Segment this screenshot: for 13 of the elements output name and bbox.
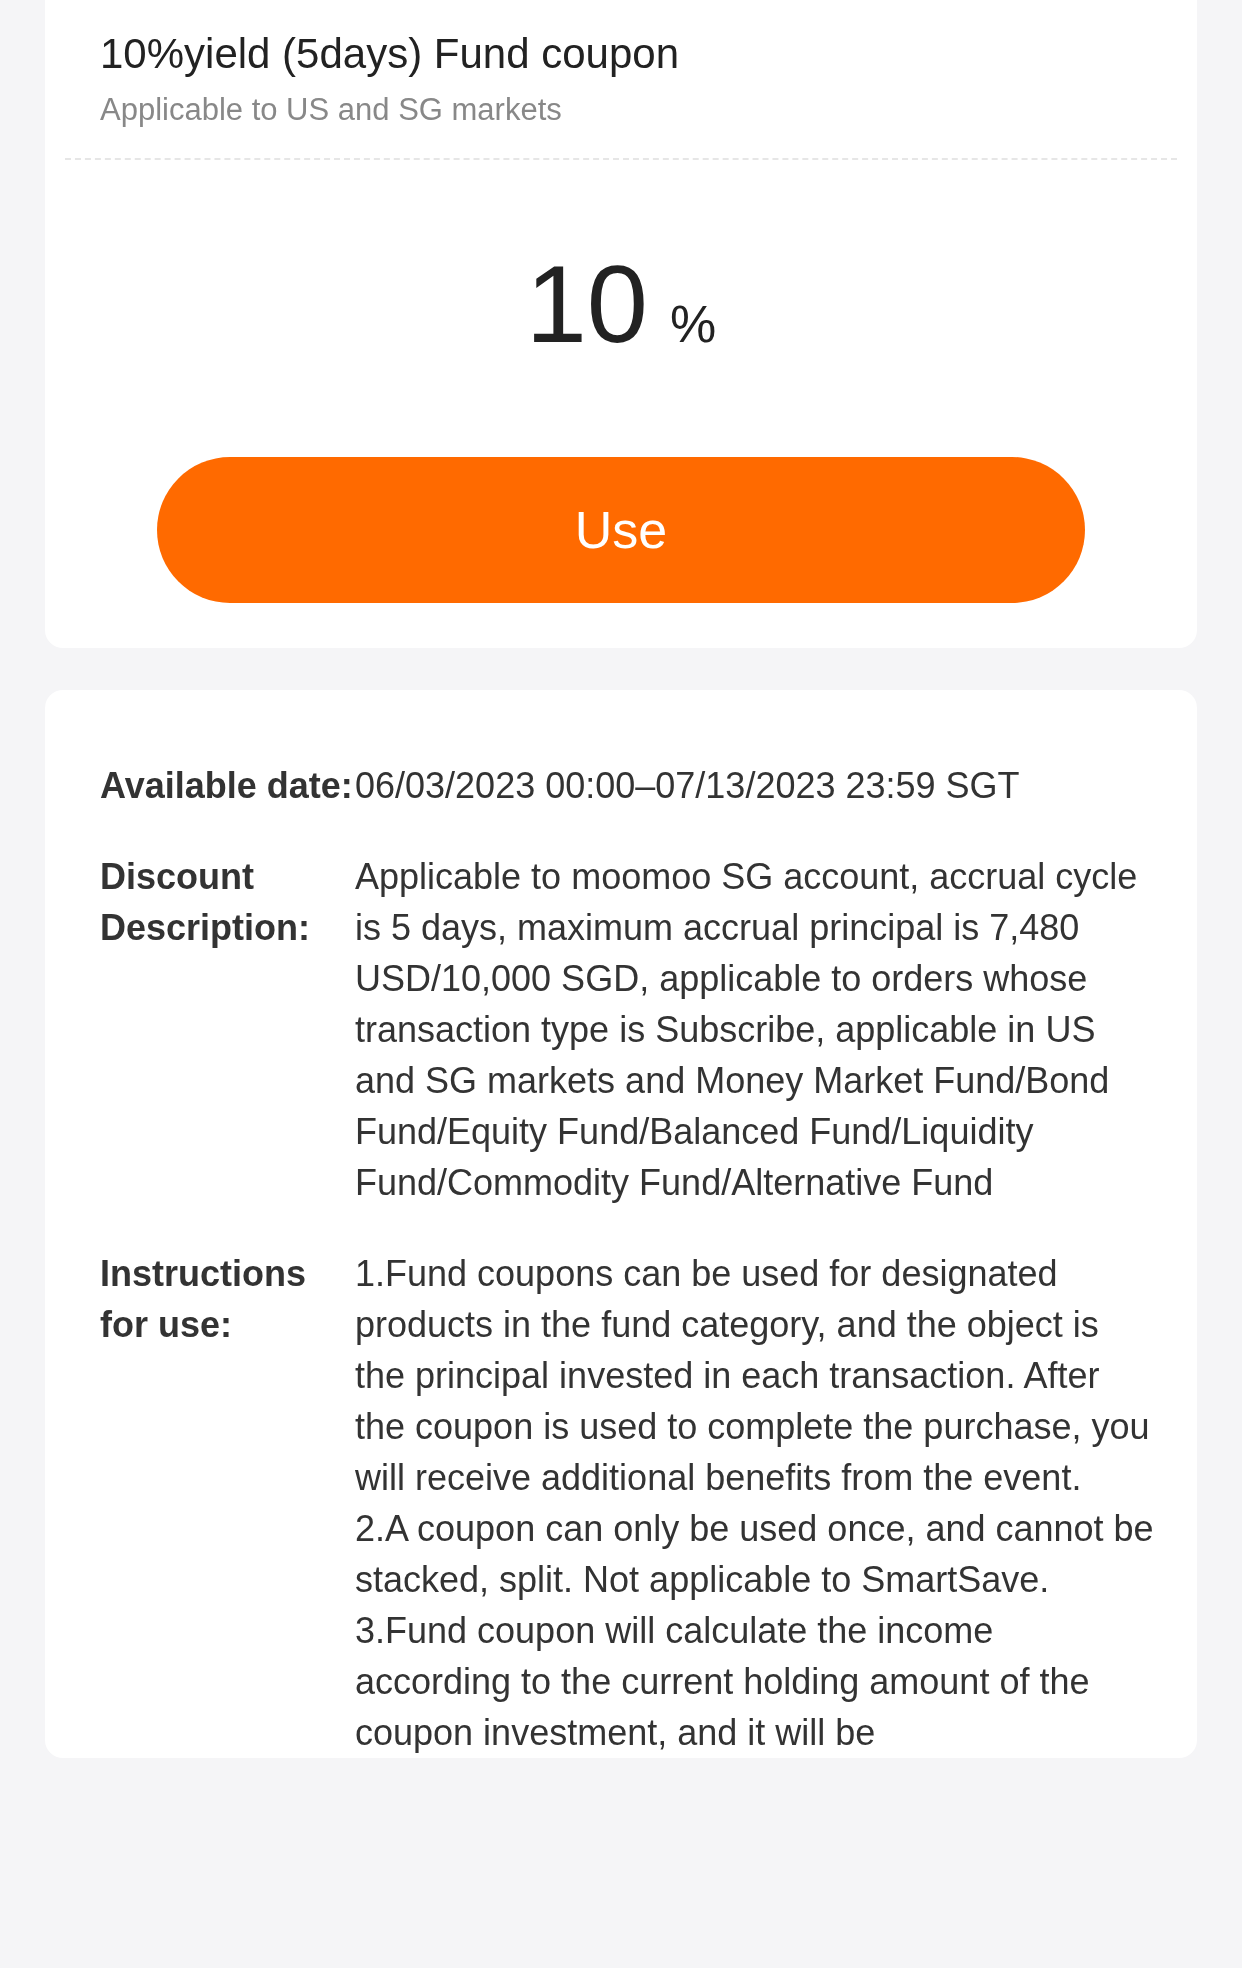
coupon-unit: % [670, 294, 717, 354]
coupon-subtitle: Applicable to US and SG markets [100, 92, 563, 128]
coupon-value: 10 [525, 241, 649, 367]
coupon-title: 10%yield (5days) Fund coupon [100, 30, 681, 78]
detail-label: Available date: [100, 764, 354, 808]
use-button[interactable]: Use [157, 457, 1085, 603]
detail-label: Instructions for use: [100, 1252, 307, 1347]
detail-text: 1.Fund coupons can be used for designated products in the fund category, and the object is the principal invested in each transaction. After the coupon is used to complete the purchase, you will receive additional benefits from the event. [355, 1252, 1151, 1500]
detail-text: 2.A coupon can only be used once, and cannot be stacked, split. Not applicable to SmartSave. [355, 1507, 1155, 1602]
detail-text: Applicable to moomoo SG account, accrual cycle is 5 days, maximum accrual principal is 7,480 USD/10,000 SGD, applicable to orders whose transaction type is Subscribe, applicable in US and SG markets and Money Market Fund/Bond Fund/Equity Fund/Balanced Fund/Liquidity Fund/Commodity Fund/Alternative Fund [355, 855, 1139, 1205]
detail-text: 06/03/2023 00:00–07/13/2023 23:59 SGT [355, 764, 1021, 808]
detail-label: Discount Description: [100, 855, 312, 950]
detail-text: 3.Fund coupon will calculate the income according to the current holding amount of the coupon investment, and it will be [355, 1609, 1091, 1755]
